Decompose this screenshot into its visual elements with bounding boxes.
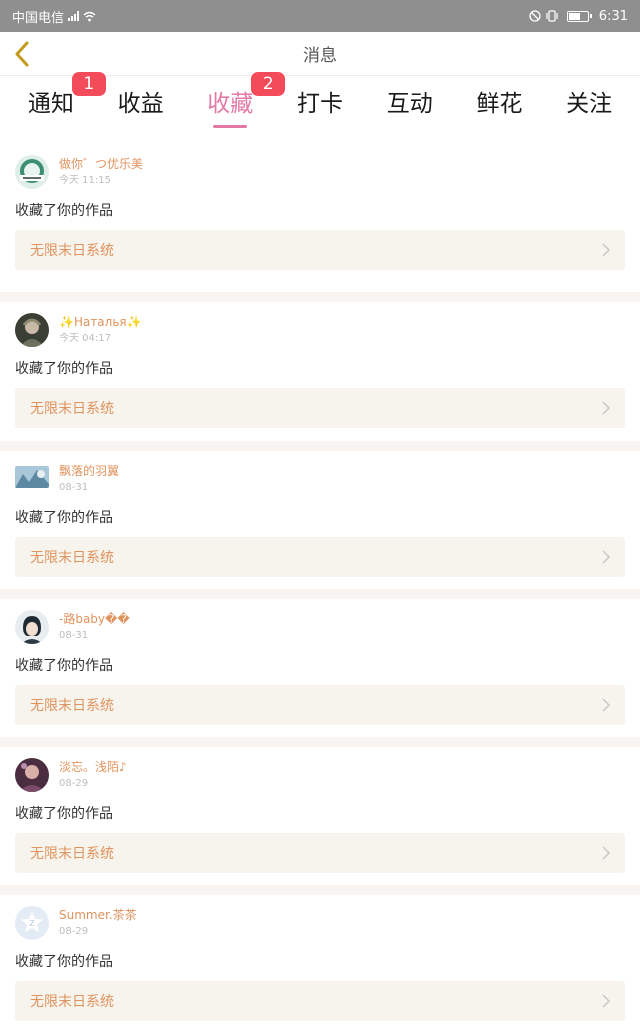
tab-label: 互动 <box>386 91 433 117</box>
action-text: 收藏了你的作品 <box>15 806 113 823</box>
action-text: 收藏了你的作品 <box>15 361 113 378</box>
timestamp: 08-29 <box>59 778 89 790</box>
work-card[interactable]: 无限末日系统 <box>15 230 625 270</box>
username[interactable]: 淡忘。浅陌♪ <box>59 759 127 775</box>
user-meta: ✨Наталья✨ 今天 04:17 <box>59 314 142 346</box>
chevron-right-icon <box>602 550 611 564</box>
action-text: 收藏了你的作品 <box>15 657 113 674</box>
work-card[interactable]: 无限末日系统 <box>15 833 625 874</box>
status-bar: 中国电信 6:31 <box>0 0 640 32</box>
tab-label: 打卡 <box>297 91 343 117</box>
tab-earnings[interactable]: 收益 <box>96 76 186 132</box>
tab-checkin[interactable]: 打卡 <box>275 76 365 132</box>
work-title: 无限末日系统 <box>30 697 114 714</box>
page-title: 消息 <box>303 46 337 66</box>
chevron-right-icon <box>602 846 611 860</box>
tab-label: 收益 <box>117 91 164 117</box>
avatar[interactable] <box>15 758 49 793</box>
back-button[interactable] <box>8 38 36 70</box>
tab-bar: 通知 1 收益 收藏 2 打卡 互动 鲜花 关注 <box>0 72 640 132</box>
username[interactable]: 飘落的羽翼 <box>59 463 119 479</box>
vibrate-icon <box>545 10 559 22</box>
status-left: 中国电信 <box>12 7 96 26</box>
list-item: Z Summer.茶茶 08-29 收藏了你的作品 无限末日系统 <box>0 885 640 1024</box>
work-card[interactable]: 无限末日系统 <box>15 388 625 429</box>
work-card[interactable]: 无限末日系统 <box>15 684 625 725</box>
user-row: -路baby�� 08-31 <box>15 605 625 649</box>
tab-label: 收藏 <box>207 91 254 117</box>
battery-icon <box>566 10 592 22</box>
user-meta: 淡忘。浅陌♪ 08-29 <box>59 759 127 791</box>
chevron-right-icon <box>602 243 611 257</box>
nav-header: 消息 <box>0 32 640 76</box>
user-row: 做你゛つ优乐美 今天 11:15 <box>15 150 625 194</box>
tab-flowers[interactable]: 鲜花 <box>455 76 545 132</box>
user-meta: 飘落的羽翼 08-31 <box>59 463 119 495</box>
user-row: 飘落的羽翼 08-31 <box>15 457 625 501</box>
do-not-disturb-icon <box>529 10 541 22</box>
chevron-right-icon <box>602 698 611 712</box>
timestamp: 今天 04:17 <box>59 333 111 345</box>
avatar[interactable] <box>15 313 49 348</box>
clock: 6:31 <box>598 8 628 24</box>
work-title: 无限末日系统 <box>30 846 114 863</box>
action-text: 收藏了你的作品 <box>15 203 113 219</box>
work-title: 无限末日系统 <box>30 243 114 259</box>
svg-text:Z: Z <box>29 919 35 928</box>
timestamp: 今天 11:15 <box>59 175 111 186</box>
user-meta: 做你゛つ优乐美 今天 11:15 <box>59 156 143 188</box>
username[interactable]: Summer.茶茶 <box>59 907 137 923</box>
action-text: 收藏了你的作品 <box>15 509 113 526</box>
list-item: -路baby�� 08-31 收藏了你的作品 无限末日系统 <box>0 588 640 738</box>
timestamp: 08-31 <box>59 629 89 641</box>
avatar[interactable] <box>15 609 49 644</box>
active-tab-indicator <box>213 125 248 128</box>
user-meta: Summer.茶茶 08-29 <box>59 907 137 939</box>
username[interactable]: ✨Наталья✨ <box>59 314 142 330</box>
status-right: 6:31 <box>529 9 628 24</box>
chevron-left-icon <box>15 41 29 67</box>
list-item: 做你゛つ优乐美 今天 11:15 收藏了你的作品 无限末日系统 <box>0 144 640 293</box>
tab-notice[interactable]: 通知 1 <box>6 72 106 132</box>
avatar[interactable] <box>15 155 49 189</box>
list-item: 淡忘。浅陌♪ 08-29 收藏了你的作品 无限末日系统 <box>0 737 640 886</box>
user-row: Z Summer.茶茶 08-29 <box>15 901 625 945</box>
user-row: 淡忘。浅陌♪ 08-29 <box>15 753 625 797</box>
work-title: 无限末日系统 <box>30 994 114 1011</box>
tab-label: 鲜花 <box>476 91 523 117</box>
timestamp: 08-31 <box>59 481 89 493</box>
action-text: 收藏了你的作品 <box>15 954 113 971</box>
work-title: 无限末日系统 <box>30 401 114 418</box>
work-title: 无限末日系统 <box>30 549 114 566</box>
list-item: ✨Наталья✨ 今天 04:17 收藏了你的作品 无限末日系统 <box>0 292 640 441</box>
chevron-right-icon <box>602 401 611 415</box>
tab-label: 通知 <box>27 91 74 117</box>
work-card[interactable]: 无限末日系统 <box>15 536 625 577</box>
list-item: 飘落的羽翼 08-31 收藏了你的作品 无限末日系统 <box>0 440 640 589</box>
timestamp: 08-29 <box>59 926 89 938</box>
avatar[interactable]: Z <box>15 906 49 941</box>
chevron-right-icon <box>602 994 611 1009</box>
wifi-icon <box>83 11 96 22</box>
username[interactable]: 做你゛つ优乐美 <box>59 156 143 172</box>
tab-interaction[interactable]: 互动 <box>365 76 455 132</box>
work-card[interactable]: 无限末日系统 <box>15 981 625 1022</box>
user-row: ✨Наталья✨ 今天 04:17 <box>15 308 625 352</box>
signal-icon <box>68 11 80 21</box>
user-meta: -路baby�� 08-31 <box>59 611 130 643</box>
battery-fill <box>568 12 580 20</box>
message-list: 做你゛つ优乐美 今天 11:15 收藏了你的作品 无限末日系统 ✨Наталья… <box>0 144 640 1024</box>
tab-follow[interactable]: 关注 <box>544 76 634 132</box>
tab-favorites[interactable]: 收藏 2 <box>185 72 286 132</box>
avatar[interactable] <box>15 465 49 488</box>
tab-label: 关注 <box>566 91 613 117</box>
username[interactable]: -路baby�� <box>59 611 130 627</box>
carrier-label: 中国电信 <box>12 10 65 26</box>
